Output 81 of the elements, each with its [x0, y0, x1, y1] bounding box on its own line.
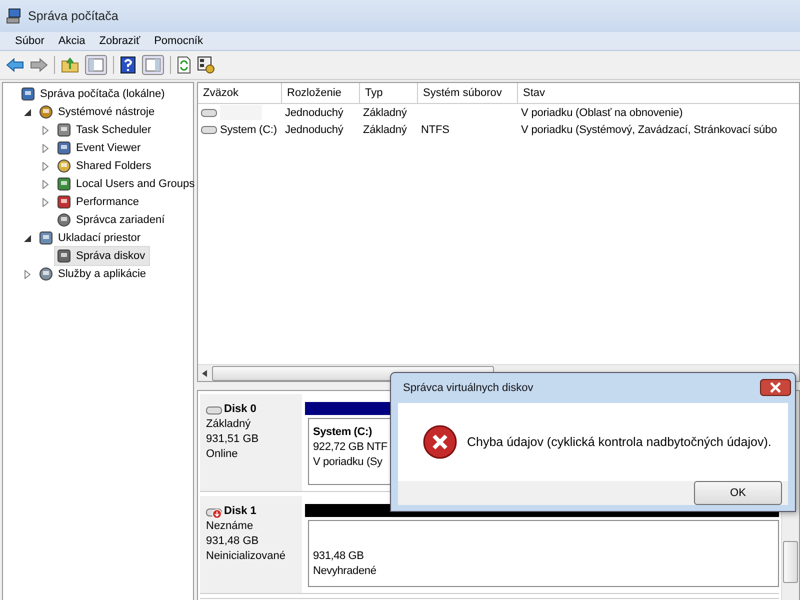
help-icon[interactable]: [120, 56, 136, 74]
column-header[interactable]: Systém súborov: [418, 83, 518, 103]
panel-icon[interactable]: [142, 55, 164, 75]
ok-button[interactable]: OK: [694, 481, 782, 505]
disk-detail: Online: [206, 447, 239, 462]
expand-arrow-icon[interactable]: [41, 162, 50, 170]
node-icon: [38, 230, 54, 246]
refresh-icon[interactable]: [177, 56, 191, 74]
expand-arrow-icon[interactable]: [41, 126, 50, 134]
node-icon: [38, 104, 54, 120]
tree-item[interactable]: Local Users and Groups: [54, 174, 200, 194]
computer-icon: [6, 8, 22, 24]
table-cell: System (C:): [220, 124, 277, 136]
disk-detail: Neznáme: [206, 519, 254, 534]
forward-arrow-icon[interactable]: [30, 58, 48, 72]
tree-item[interactable]: Task Scheduler: [54, 120, 156, 140]
column-header[interactable]: Stav: [518, 83, 800, 103]
node-icon: [38, 266, 54, 282]
node-icon: [20, 86, 36, 102]
properties-icon[interactable]: [197, 56, 215, 74]
disk-detail: Základný: [206, 417, 252, 432]
table-cell: V poriadku (Systémový, Zavádzací, Stránkovací súbo: [521, 124, 778, 136]
node-icon: [56, 176, 72, 192]
node-icon: [56, 248, 72, 264]
table-cell: V poriadku (Oblasť na obnovenie): [521, 106, 683, 118]
node-icon: [56, 140, 72, 156]
tree-item[interactable]: Performance: [54, 192, 144, 212]
partition-name: System (C:): [313, 425, 372, 440]
tree-item[interactable]: Event Viewer: [54, 138, 146, 158]
column-header[interactable]: Zväzok: [198, 83, 282, 103]
close-icon[interactable]: [760, 379, 791, 396]
collapse-arrow-icon[interactable]: [23, 108, 32, 116]
disk-info-panel[interactable]: Disk 1 Neznáme 931,48 GB Neinicializované: [200, 496, 302, 593]
disk-name: Disk 1: [224, 504, 256, 519]
partition-detail: Nevyhradené: [313, 564, 376, 579]
disk-detail: 931,48 GB: [206, 534, 260, 549]
table-cell: NTFS: [421, 124, 450, 136]
tree-item[interactable]: Systémové nástroje: [36, 102, 160, 122]
dialog-title: Správca virtuálnych diskov: [403, 382, 534, 394]
drive-icon: [201, 108, 217, 116]
tree-item[interactable]: Ukladací priestor: [36, 228, 146, 248]
disk-detail: 931,51 GB: [206, 432, 260, 447]
partition-detail: 922,72 GB NTF: [313, 440, 388, 455]
panel-icon[interactable]: [85, 55, 107, 75]
window-title: Správa počítača: [28, 9, 118, 23]
table-cell: Jednoduchý: [285, 124, 344, 136]
empty-cell: [220, 105, 262, 120]
scroll-left-icon[interactable]: [202, 370, 208, 376]
node-icon: [56, 212, 72, 228]
error-message: Chyba údajov (cyklická kontrola nadbytočných údajov).: [467, 434, 772, 449]
collapse-arrow-icon[interactable]: [23, 234, 32, 242]
tree-item[interactable]: Shared Folders: [54, 156, 156, 176]
disk-detail: Neinicializované: [206, 549, 286, 564]
column-header[interactable]: Typ: [360, 83, 418, 103]
disk-info-panel[interactable]: Disk 0 Základný 931,51 GB Online: [200, 394, 302, 491]
partition-detail: V poriadku (Sy: [313, 455, 382, 470]
disk-name: Disk 0: [224, 402, 256, 417]
expand-arrow-icon[interactable]: [41, 144, 50, 152]
menu-item[interactable]: Akcia: [51, 35, 92, 47]
tree-item[interactable]: Služby a aplikácie: [36, 264, 152, 284]
expand-arrow-icon[interactable]: [41, 180, 50, 188]
tree-item[interactable]: Správca zariadení: [54, 210, 170, 230]
column-header[interactable]: Rozloženie: [282, 83, 360, 103]
node-icon: [56, 194, 72, 210]
partition-detail: 931,48 GB: [313, 549, 364, 564]
drive-icon: [201, 126, 217, 134]
menu-item[interactable]: Súbor: [8, 35, 52, 47]
table-cell: Jednoduchý: [285, 106, 344, 118]
error-icon: [423, 424, 457, 459]
back-arrow-icon[interactable]: [6, 58, 24, 72]
table-cell: Základný: [363, 106, 407, 118]
table-cell: Základný: [363, 124, 407, 136]
tree-item[interactable]: Správa počítača (lokálne): [18, 84, 170, 104]
expand-arrow-icon[interactable]: [41, 198, 50, 206]
node-icon: [56, 122, 72, 138]
node-icon: [56, 158, 72, 174]
menu-item[interactable]: Zobraziť: [92, 35, 148, 47]
menu-item[interactable]: Pomocník: [147, 35, 210, 47]
tree-item[interactable]: Správa diskov: [54, 246, 150, 266]
folder-up-icon[interactable]: [61, 57, 79, 73]
expand-arrow-icon[interactable]: [23, 270, 32, 278]
